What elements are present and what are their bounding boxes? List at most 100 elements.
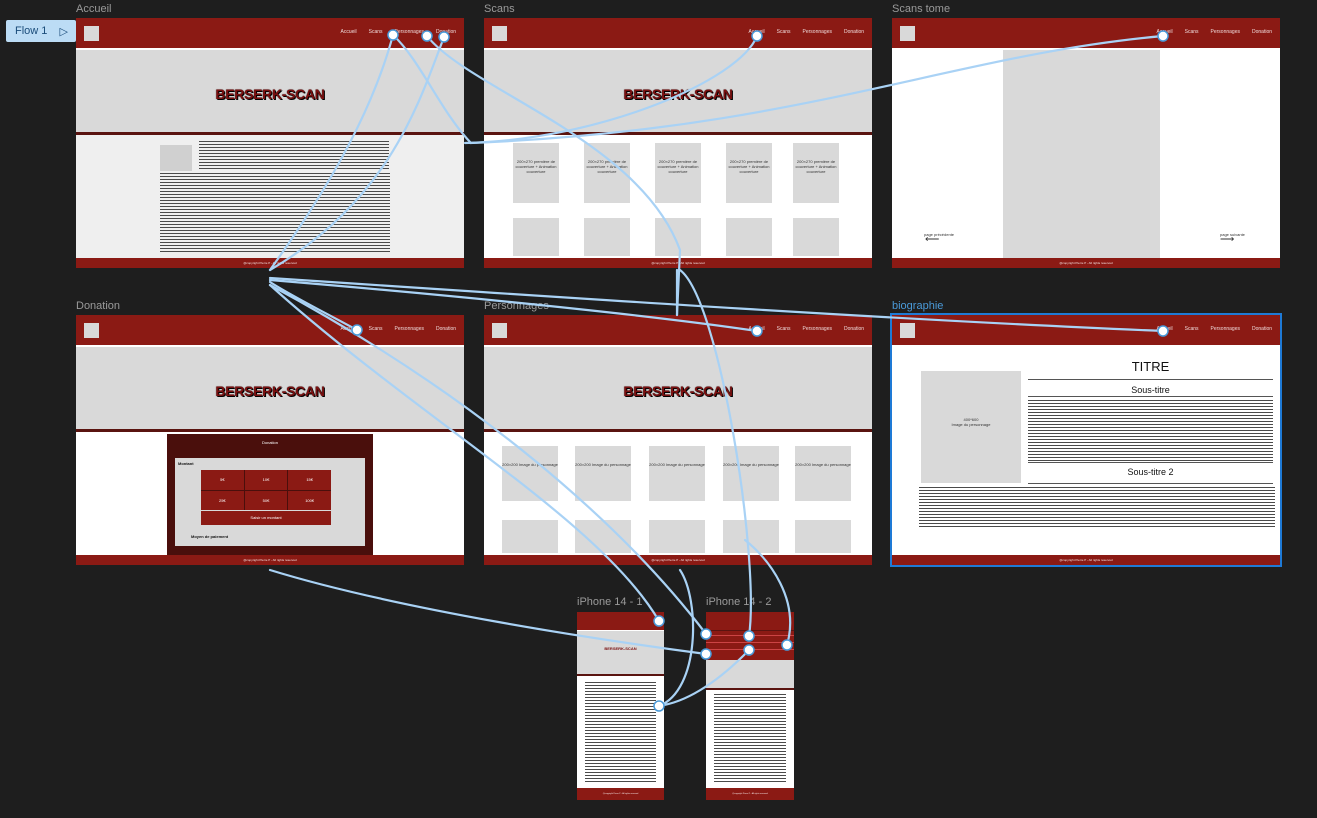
frame-title-donation[interactable]: Donation <box>76 300 120 312</box>
amount-option[interactable]: 10€ <box>244 470 288 490</box>
arrow-right-icon[interactable]: ⟶ <box>1220 234 1234 245</box>
character-image: 400*600 Image du personnage <box>921 371 1021 483</box>
scan-card[interactable] <box>726 218 772 256</box>
nav-personnages[interactable]: Personnages <box>395 326 424 332</box>
mobile-menu-open[interactable] <box>706 630 794 661</box>
frame-title-accueil[interactable]: Accueil <box>76 3 111 15</box>
character-card[interactable]: 200×200 Image du personnage <box>649 446 705 501</box>
nav-accueil[interactable]: Accueil <box>340 326 356 332</box>
logo[interactable] <box>492 323 507 338</box>
nav-scans[interactable]: Scans <box>1185 326 1199 332</box>
nav-personnages[interactable]: Personnages <box>803 29 832 35</box>
nav-scans[interactable]: Scans <box>369 326 383 332</box>
divider <box>1028 462 1273 463</box>
brand-title: BERSERK-SCAN <box>215 383 325 399</box>
character-card[interactable] <box>575 520 631 553</box>
brand-title: BERSERK-SCAN <box>604 646 637 651</box>
header: Accueil Scans Personnages Donation <box>76 315 464 345</box>
character-card[interactable] <box>795 520 851 553</box>
character-card[interactable]: 200×200 Image du personnage <box>502 446 558 501</box>
card-label: 200×270 première de couverture + Animati… <box>795 159 837 174</box>
amount-option[interactable]: 25€ <box>201 490 244 510</box>
amount-option[interactable]: 100€ <box>288 490 331 510</box>
nav-personnages[interactable]: Personnages <box>1211 326 1240 332</box>
paragraph <box>585 682 656 782</box>
card-label: 200×270 première de couverture + Animati… <box>728 159 770 174</box>
menu-divider <box>706 635 794 636</box>
play-icon[interactable]: ▷ <box>60 25 68 38</box>
nav-accueil[interactable]: Accueil <box>748 326 764 332</box>
amount-label: Montant <box>178 461 194 466</box>
scan-card[interactable]: 200×270 première de couverture + Animati… <box>655 143 701 203</box>
character-card[interactable] <box>723 520 779 553</box>
paragraph <box>714 694 786 784</box>
nav-scans[interactable]: Scans <box>369 29 383 35</box>
header: Accueil Scans Personnages Donation <box>892 315 1280 345</box>
nav-accueil[interactable]: Accueil <box>748 29 764 35</box>
nav-donation[interactable]: Donation <box>844 326 864 332</box>
scan-card[interactable] <box>584 218 630 256</box>
frame-iphone-1[interactable]: BERSERK-SCAN @copyright Pierre P - All r… <box>577 612 664 800</box>
frame-title-biographie[interactable]: biographie <box>892 300 943 312</box>
nav-donation[interactable]: Donation <box>436 326 456 332</box>
scan-card[interactable]: 200×270 première de couverture + Animati… <box>584 143 630 203</box>
scan-card[interactable]: 200×270 première de couverture + Animati… <box>793 143 839 203</box>
logo[interactable] <box>492 26 507 41</box>
frame-personnages[interactable]: Accueil Scans Personnages Donation BERSE… <box>484 315 872 565</box>
footer: @copyright Pierre P - All rights reserve… <box>577 788 664 800</box>
frame-iphone-2[interactable]: @copyright Pierre P - All rights reserve… <box>706 612 794 800</box>
frame-title-iphone-1[interactable]: iPhone 14 - 1 <box>577 596 642 608</box>
nav-scans[interactable]: Scans <box>1185 29 1199 35</box>
nav-donation[interactable]: Donation <box>1252 29 1272 35</box>
frame-scans-tome[interactable]: Accueil Scans Personnages Donation page … <box>892 18 1280 268</box>
nav-personnages[interactable]: Personnages <box>803 326 832 332</box>
custom-amount-button[interactable]: Saisir un montant <box>201 511 331 525</box>
logo[interactable] <box>84 323 99 338</box>
footer-copy: @copyright Pierre P - All rights reserve… <box>732 793 768 795</box>
nav-donation[interactable]: Donation <box>844 29 864 35</box>
nav-accueil[interactable]: Accueil <box>340 29 356 35</box>
character-card[interactable]: 200×200 Image du personnage <box>723 446 779 501</box>
character-card[interactable]: 200×200 Image du personnage <box>795 446 851 501</box>
scan-card[interactable] <box>793 218 839 256</box>
amount-option[interactable]: 50€ <box>244 490 288 510</box>
nav-accueil[interactable]: Accueil <box>1156 326 1172 332</box>
frame-title-scans[interactable]: Scans <box>484 3 515 15</box>
character-card[interactable] <box>502 520 558 553</box>
frame-biographie[interactable]: Accueil Scans Personnages Donation 400*6… <box>890 313 1282 567</box>
hero-banner: BERSERK-SCAN <box>577 631 664 676</box>
footer-copy: @copyright Pierre P - All rights reserve… <box>1059 261 1113 265</box>
header: Accueil Scans Personnages Donation <box>892 18 1280 48</box>
scan-card[interactable] <box>513 218 559 256</box>
frame-title-iphone-2[interactable]: iPhone 14 - 2 <box>706 596 771 608</box>
frame-accueil[interactable]: Accueil Scans Personnages Donation BERSE… <box>76 18 464 268</box>
amount-option[interactable]: 15€ <box>288 470 331 490</box>
nav-accueil[interactable]: Accueil <box>1156 29 1172 35</box>
frame-donation[interactable]: Accueil Scans Personnages Donation BERSE… <box>76 315 464 565</box>
nav-scans[interactable]: Scans <box>777 326 791 332</box>
footer: @copyright Pierre P - All rights reserve… <box>76 555 464 565</box>
scan-card[interactable]: 200×270 première de couverture + Animati… <box>726 143 772 203</box>
nav-donation[interactable]: Donation <box>436 29 456 35</box>
amount-option[interactable]: 5€ <box>201 470 244 490</box>
character-card[interactable] <box>649 520 705 553</box>
footer: @copyright Pierre P - All rights reserve… <box>484 258 872 268</box>
frame-scans[interactable]: Accueil Scans Personnages Donation BERSE… <box>484 18 872 268</box>
bio-subtitle-2: Sous-titre 2 <box>1127 467 1174 477</box>
logo[interactable] <box>84 26 99 41</box>
logo[interactable] <box>900 323 915 338</box>
logo[interactable] <box>900 26 915 41</box>
frame-title-personnages[interactable]: Personnages <box>484 300 549 312</box>
scan-card[interactable] <box>655 218 701 256</box>
nav-personnages[interactable]: Personnages <box>1211 29 1240 35</box>
scan-card[interactable]: 200×270 première de couverture + Animati… <box>513 143 559 203</box>
nav-scans[interactable]: Scans <box>777 29 791 35</box>
nav-menu: Accueil Scans Personnages Donation <box>1156 29 1272 35</box>
flow-starting-point[interactable]: Flow 1 ▷ <box>6 20 76 42</box>
character-card[interactable]: 200×200 Image du personnage <box>575 446 631 501</box>
nav-donation[interactable]: Donation <box>1252 326 1272 332</box>
arrow-left-icon[interactable]: ⟵ <box>925 234 939 245</box>
nav-personnages[interactable]: Personnages <box>395 29 424 35</box>
frame-title-scans-tome[interactable]: Scans tome <box>892 3 950 15</box>
hero-banner <box>706 660 794 690</box>
